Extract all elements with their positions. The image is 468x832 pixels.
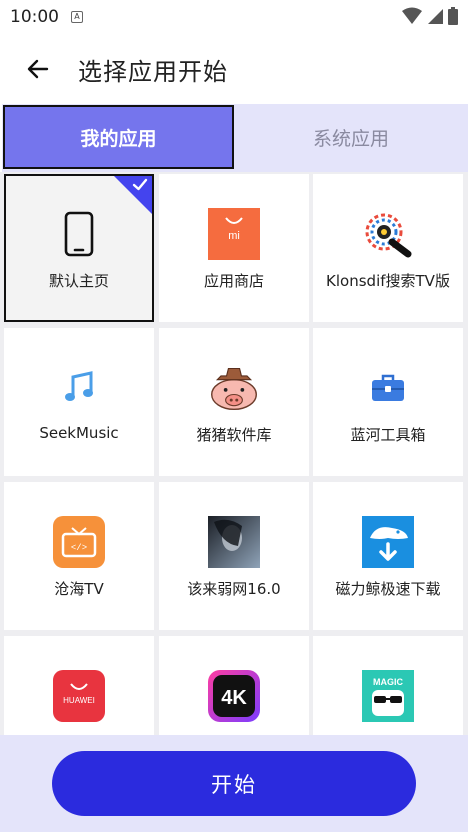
- tab-my-apps[interactable]: 我的应用: [3, 105, 234, 169]
- status-time: 10:00: [10, 7, 59, 27]
- app-tile-klonsdif[interactable]: Klonsdif搜索TV版: [313, 174, 463, 322]
- app-label: 猪猪软件库: [196, 426, 272, 444]
- toolbox-icon: [362, 362, 414, 414]
- app-tile-seekmusic[interactable]: SeekMusic: [4, 328, 154, 476]
- battery-icon: [448, 7, 458, 25]
- arrow-left-icon: [27, 59, 49, 79]
- status-bar: 10:00 A: [0, 0, 468, 34]
- app-tile-whale-download[interactable]: 磁力鲸极速下载: [313, 482, 463, 630]
- app-label: 磁力鲸极速下载: [335, 580, 441, 598]
- whale-download-icon: [362, 516, 414, 568]
- tab-bar: 我的应用 系统应用: [2, 104, 468, 172]
- app-tile-canghai-tv[interactable]: </> 沧海TV: [4, 482, 154, 630]
- app-grid: 默认主页 mi 应用商店 Klonsdif搜索TV版 SeekMusic 猪猪软…: [0, 172, 468, 735]
- app-label: SeekMusic: [39, 424, 119, 442]
- app-tile-pig-software[interactable]: 猪猪软件库: [159, 328, 309, 476]
- app-tile-lanhe-toolbox[interactable]: 蓝河工具箱: [313, 328, 463, 476]
- app-label: 沧海TV: [54, 580, 104, 598]
- app-label: 默认主页: [48, 272, 109, 290]
- magic-icon: MAGIC: [362, 670, 414, 722]
- notification-icon: A: [71, 11, 83, 23]
- svg-text:MAGIC: MAGIC: [373, 677, 403, 687]
- svg-text:</>: </>: [71, 543, 87, 553]
- app-label: 应用商店: [203, 272, 264, 290]
- 4k-icon: 4K: [208, 670, 260, 722]
- signal-icon: [428, 9, 443, 24]
- app-tile-huawei[interactable]: HUAWEI: [4, 636, 154, 735]
- wifi-icon: [402, 7, 422, 24]
- app-label: 该来弱网16.0: [187, 580, 281, 598]
- back-button[interactable]: [16, 47, 60, 91]
- pig-icon: [208, 362, 260, 414]
- bottom-panel: 开始: [0, 735, 468, 832]
- huawei-icon: HUAWEI: [53, 670, 105, 722]
- app-tile-default-home[interactable]: 默认主页: [4, 174, 154, 322]
- status-icons: [402, 7, 458, 25]
- start-button[interactable]: 开始: [52, 751, 416, 816]
- svg-text:4K: 4K: [221, 687, 247, 709]
- photo-thumbnail-icon: [208, 516, 260, 568]
- check-icon: [132, 178, 148, 191]
- app-tile-4k[interactable]: 4K: [159, 636, 309, 735]
- app-tile-app-store[interactable]: mi 应用商店: [159, 174, 309, 322]
- music-note-icon: [53, 362, 105, 414]
- phone-icon: [53, 208, 105, 260]
- app-label: Klonsdif搜索TV版: [326, 272, 450, 290]
- app-tile-gailai-ruowang[interactable]: 该来弱网16.0: [159, 482, 309, 630]
- svg-text:HUAWEI: HUAWEI: [63, 696, 95, 705]
- app-tile-magic[interactable]: MAGIC: [313, 636, 463, 735]
- tv-icon: </>: [53, 516, 105, 568]
- mi-store-icon: mi: [208, 208, 260, 260]
- app-label: 蓝河工具箱: [350, 426, 426, 444]
- tab-system-apps[interactable]: 系统应用: [236, 105, 466, 169]
- svg-text:mi: mi: [228, 230, 240, 242]
- app-bar: 选择应用开始: [0, 34, 468, 104]
- page-title: 选择应用开始: [78, 57, 228, 86]
- klonsdif-icon: [362, 208, 414, 260]
